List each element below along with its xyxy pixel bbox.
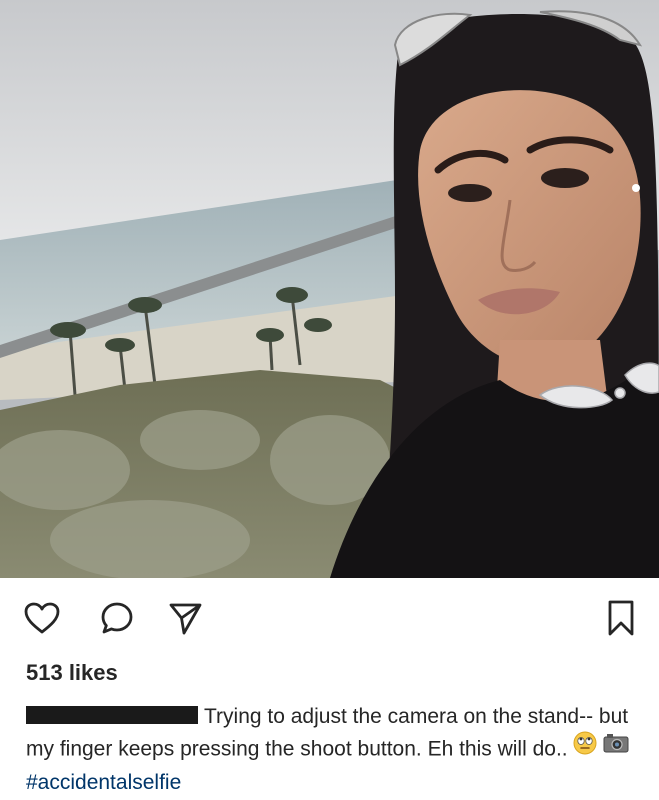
share-icon[interactable]: [163, 596, 207, 640]
hashtag-link[interactable]: #accidentalselfie: [26, 771, 181, 794]
camera-emoji-icon: [603, 732, 629, 764]
photo-scene: [0, 0, 659, 578]
post-caption: usernameTrying to adjust the camera on t…: [26, 701, 636, 799]
likes-count[interactable]: 513 likes: [26, 660, 118, 686]
redacted-username[interactable]: username: [26, 706, 198, 725]
heart-icon[interactable]: [20, 596, 64, 640]
post-photo[interactable]: [0, 0, 659, 578]
eye-roll-emoji-icon: [573, 731, 597, 765]
comment-icon[interactable]: [95, 596, 139, 640]
post-actions-bar: [0, 578, 659, 658]
bookmark-icon[interactable]: [599, 596, 643, 640]
